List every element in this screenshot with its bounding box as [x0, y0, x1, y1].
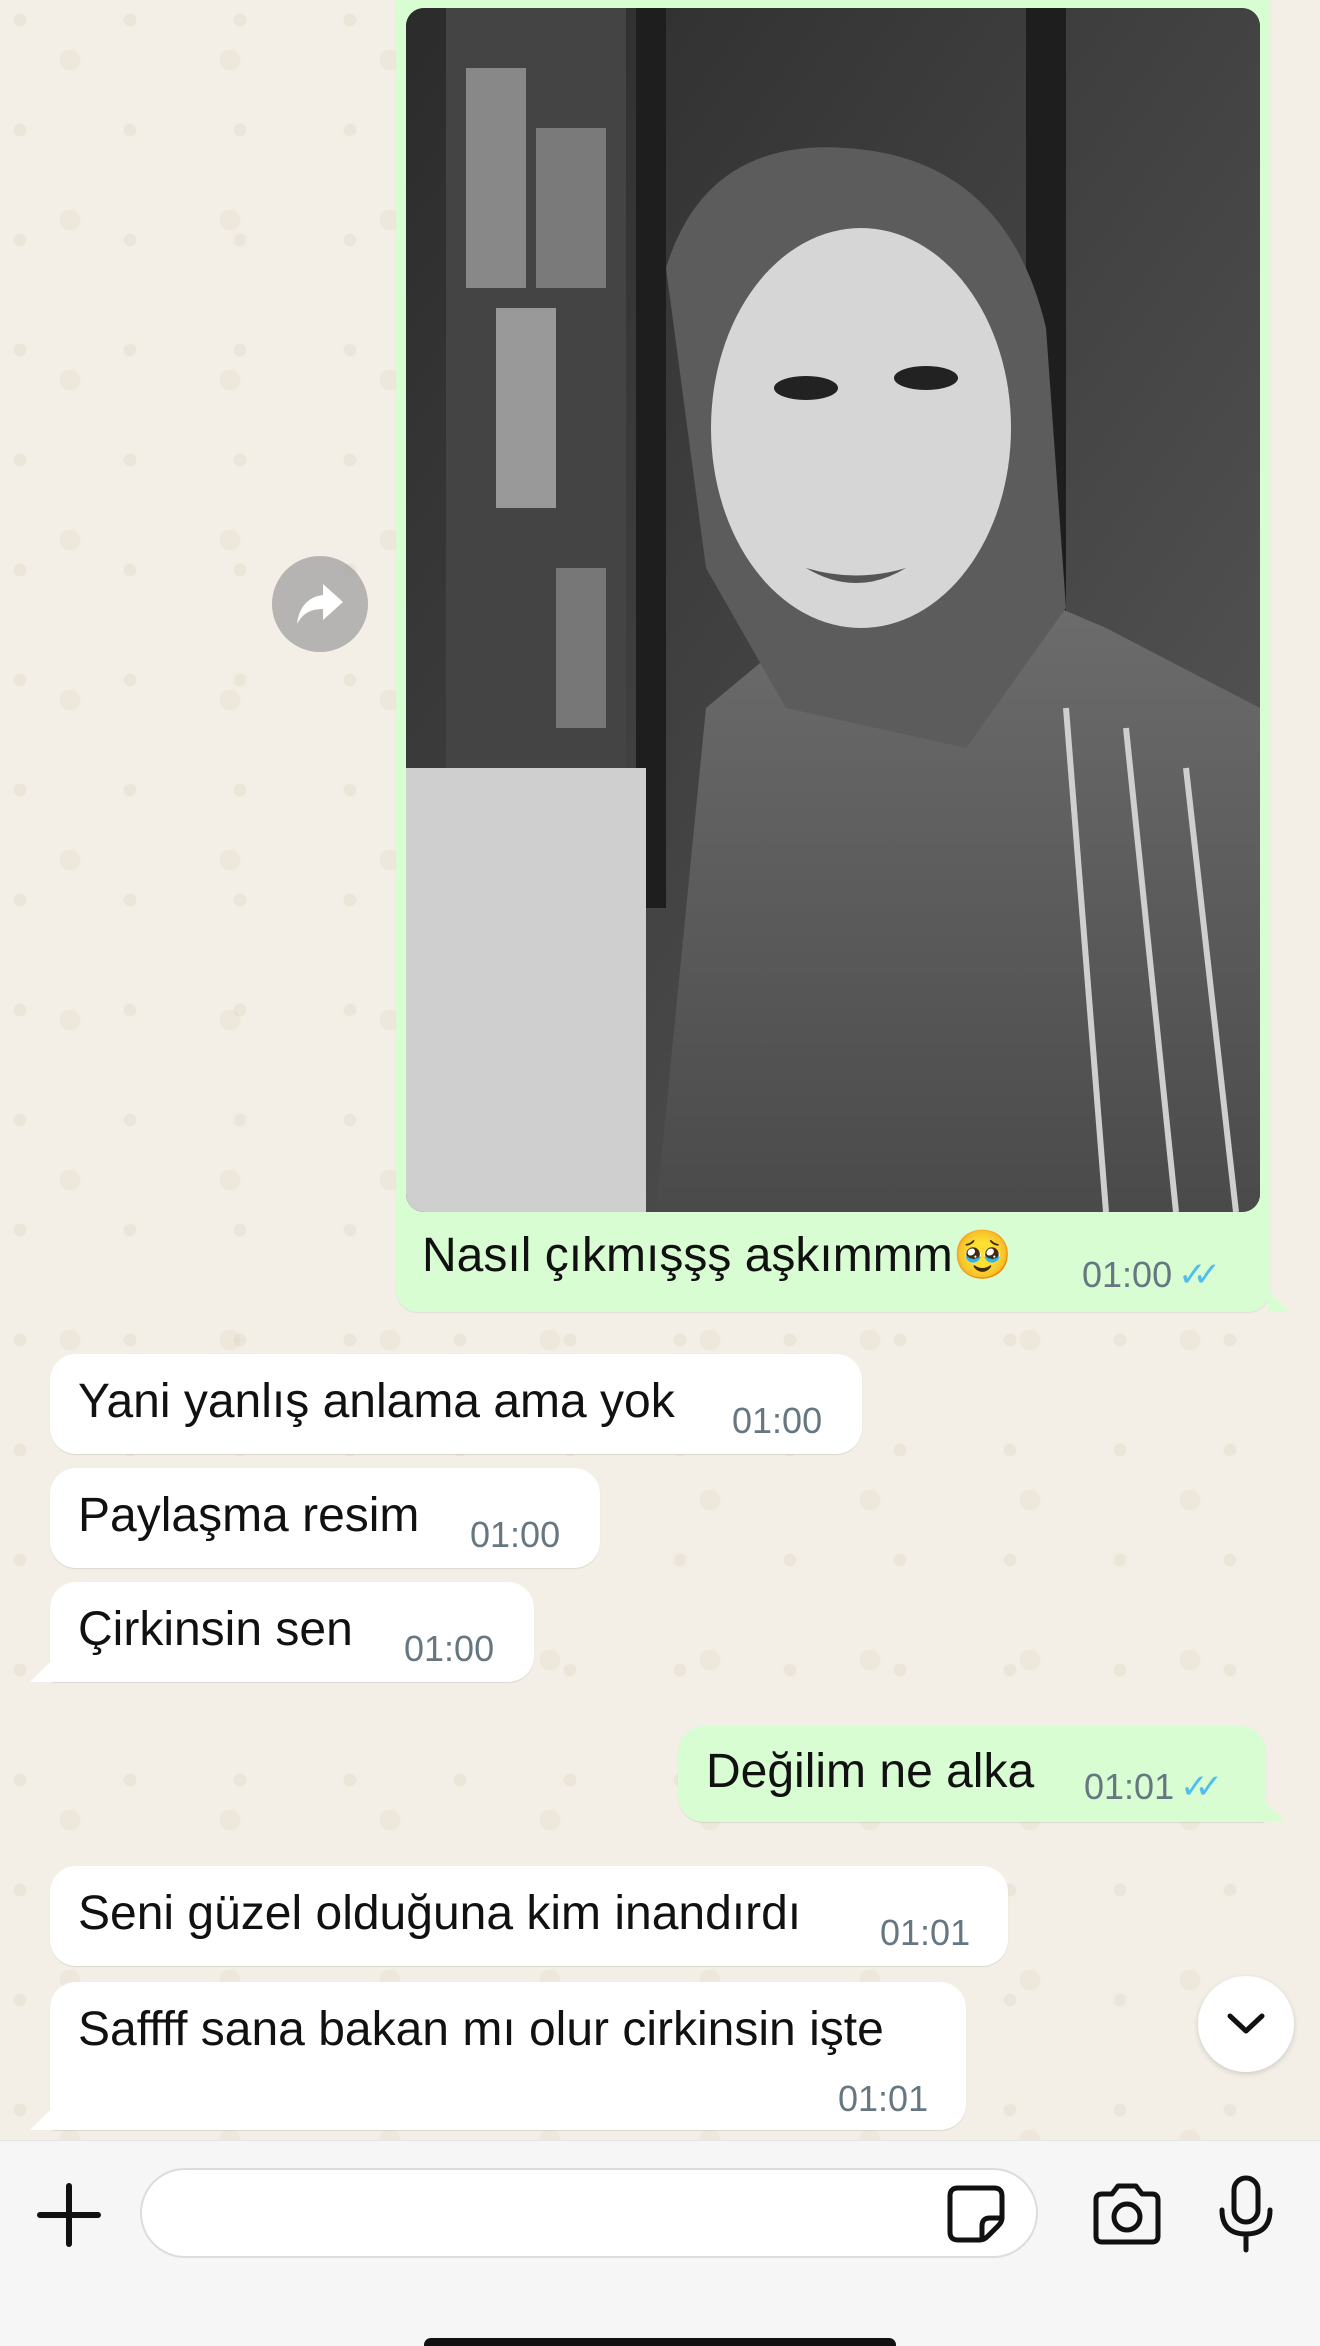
timestamp: 01:01: [838, 2078, 929, 2119]
timestamp: 01:01: [880, 1912, 971, 1953]
message-text: Değilim ne alka: [706, 1745, 1035, 1798]
incoming-message[interactable]: Paylaşma resim 01:00: [50, 1468, 600, 1568]
bubble-tail: [30, 1660, 52, 1682]
home-indicator: [424, 2338, 896, 2346]
incoming-message[interactable]: Seni güzel olduğuna kim inandırdı 01:01: [50, 1866, 1008, 1966]
outgoing-image-message[interactable]: Nasıl çıkmışşş aşkımmm🥹 01:00 ✓✓: [396, 0, 1270, 1312]
bubble-tail: [30, 2108, 52, 2130]
shared-photo[interactable]: [406, 8, 1260, 1212]
double-check-icon: ✓✓: [1180, 1768, 1223, 1806]
timestamp: 01:00: [404, 1628, 495, 1669]
message-text: Seni güzel olduğuna kim inandırdı: [78, 1887, 802, 1940]
timestamp: 01:00: [732, 1400, 823, 1441]
forward-icon: [297, 584, 343, 624]
message-text: Çirkinsin sen: [78, 1603, 353, 1656]
message-text: Yani yanlış anlama ama yok: [78, 1375, 675, 1428]
scroll-to-bottom-button[interactable]: [1198, 1976, 1294, 2072]
message-input[interactable]: [140, 2168, 1038, 2258]
timestamp: 01:00: [1082, 1254, 1173, 1295]
sticker-icon[interactable]: [944, 2182, 1008, 2246]
chevron-down-icon: [1227, 2013, 1265, 2034]
photo-placeholder: [406, 8, 1260, 1212]
forward-button[interactable]: [272, 556, 368, 652]
chat-background: Nasıl çıkmışşş aşkımmm🥹 01:00 ✓✓ Yani ya…: [0, 0, 1320, 2140]
incoming-message[interactable]: Çirkinsin sen 01:00: [50, 1582, 534, 1682]
message-text: Paylaşma resim: [78, 1489, 420, 1542]
message-meta: 01:01 ✓✓: [1084, 1766, 1223, 1808]
message-meta: 01:00 ✓✓: [1082, 1254, 1221, 1296]
microphone-icon[interactable]: [1216, 2174, 1276, 2254]
timestamp: 01:00: [470, 1514, 561, 1555]
bubble-tail: [1264, 1800, 1286, 1822]
outgoing-message[interactable]: Değilim ne alka 01:01 ✓✓: [678, 1726, 1266, 1822]
incoming-message[interactable]: Yani yanlış anlama ama yok 01:00: [50, 1354, 862, 1454]
message-text: Saffff sana bakan mı olur cirkinsin işte: [78, 2003, 884, 2056]
plus-icon[interactable]: [34, 2180, 104, 2250]
double-check-icon: ✓✓: [1178, 1256, 1221, 1294]
image-caption: Nasıl çıkmışşş aşkımmm🥹: [422, 1229, 1013, 1282]
camera-icon[interactable]: [1090, 2178, 1164, 2248]
timestamp: 01:01: [1084, 1766, 1175, 1807]
incoming-message[interactable]: Saffff sana bakan mı olur cirkinsin işte…: [50, 1982, 966, 2130]
bubble-tail: [1268, 1290, 1290, 1312]
